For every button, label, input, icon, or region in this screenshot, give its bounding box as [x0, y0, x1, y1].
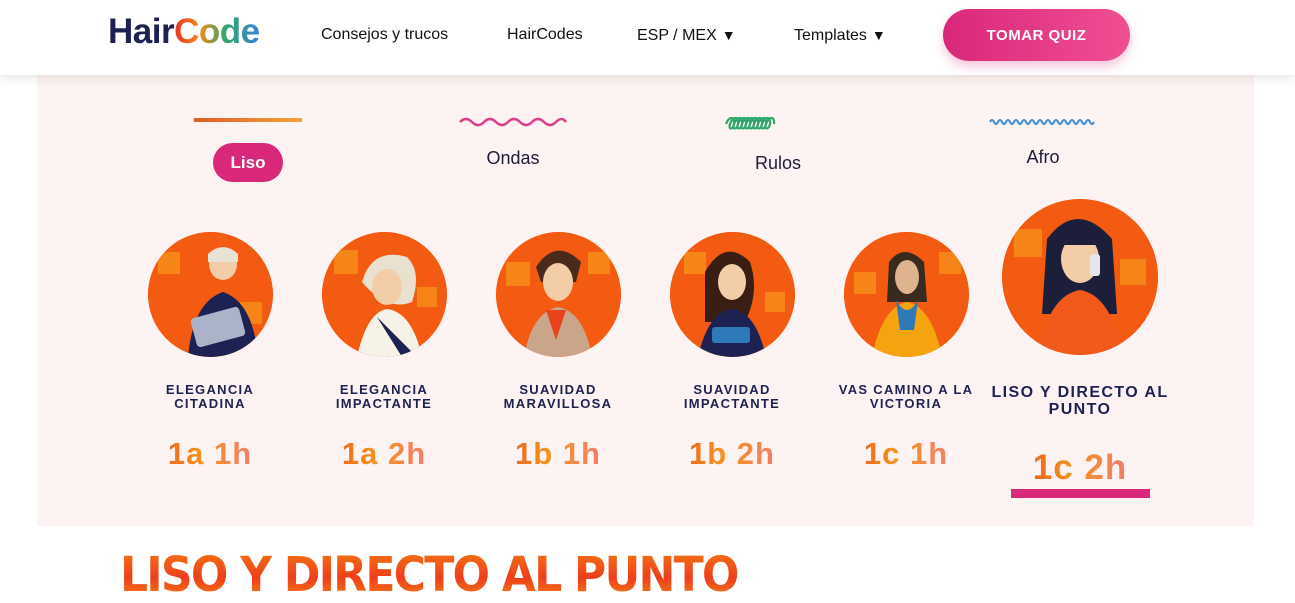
haircode-logo[interactable]: HairCode — [108, 12, 260, 52]
nav-haircodes-link[interactable]: HairCodes — [507, 26, 583, 44]
tab-afro[interactable]: Afro — [993, 147, 1093, 168]
templates-label: Templates — [794, 27, 867, 44]
site-header: HairCode Consejos y trucos HairCodes ESP… — [0, 0, 1295, 75]
caret-down-icon: ▼ — [871, 27, 886, 43]
style-code: 1a 1h — [130, 437, 290, 471]
nav-tips-label: Consejos y trucos — [321, 26, 449, 43]
section-heading: LISO Y DIRECTO AL PUNTO — [120, 547, 739, 603]
straight-line-icon — [194, 118, 302, 122]
style-code: 1c 1h — [826, 437, 986, 471]
style-code: 1a 2h — [304, 437, 464, 471]
caret-down-icon: ▼ — [721, 27, 736, 43]
nav-tips-link[interactable]: Consejos y trucos — [321, 26, 448, 44]
active-style-indicator — [1011, 489, 1150, 498]
templates-dropdown[interactable]: Templates ▼ — [794, 26, 886, 45]
style-code: 1b 1h — [478, 437, 638, 471]
style-title: ELEGANCIA IMPACTANTE — [335, 382, 433, 411]
logo-text-code: Code — [174, 12, 260, 51]
tab-ondas[interactable]: Ondas — [463, 148, 563, 169]
tab-rulos[interactable]: Rulos — [728, 153, 828, 174]
locale-label: ESP / MEX — [637, 27, 717, 44]
avatar-portrait — [844, 232, 969, 357]
style-code: 1c 2h — [1000, 449, 1160, 487]
style-code: 1b 2h — [652, 437, 812, 471]
avatar-portrait — [496, 232, 621, 357]
wave-line-icon — [459, 117, 568, 127]
avatar-portrait — [322, 232, 447, 357]
locale-dropdown[interactable]: ESP / MEX ▼ — [637, 26, 736, 45]
style-title: ELEGANCIA CITADINA — [165, 382, 255, 411]
curl-line-icon — [724, 116, 776, 130]
avatar-portrait — [670, 232, 795, 357]
style-title: LISO Y DIRECTO AL PUNTO — [991, 384, 1169, 418]
avatar-portrait — [1002, 199, 1158, 355]
logo-text-hair: Hair — [108, 12, 175, 51]
style-title: VAS CAMINO A LA VICTORIA — [838, 382, 974, 411]
tab-liso[interactable]: Liso — [213, 143, 283, 182]
style-title: SUAVIDAD MARAVILLOSA — [503, 382, 613, 411]
nav-haircodes-label: HairCodes — [507, 26, 583, 43]
avatar-portrait — [148, 232, 273, 357]
style-title: SUAVIDAD IMPACTANTE — [683, 382, 781, 411]
zigzag-line-icon — [989, 119, 1095, 125]
take-quiz-button[interactable]: TOMAR QUIZ — [943, 9, 1130, 61]
